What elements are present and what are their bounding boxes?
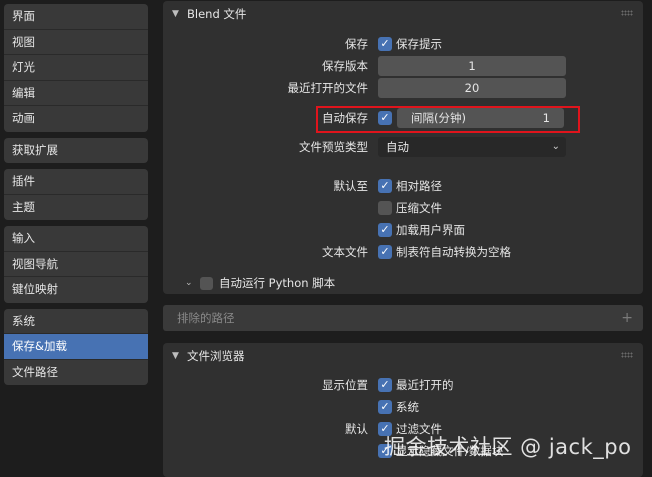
drag-grip-icon[interactable] [621,352,633,358]
blend-panel-header[interactable]: ▼ Blend 文件 [163,1,643,27]
excluded-paths-bar[interactable]: 排除的路径 + [163,305,643,331]
row-load-ui: ✓ 加载用户界面 [163,220,643,240]
row-save-versions: 保存版本 1 [163,56,643,76]
autorun-python-header[interactable]: ⌄ 自动运行 Python 脚本 [185,273,335,293]
blend-panel-title: Blend 文件 [187,7,247,21]
main-area: ▼ Blend 文件 保存 ✓ 保存提示 保存版本 1 最近打开的文件 20 自… [163,0,652,477]
row-save: 保存 ✓ 保存提示 [163,34,643,54]
tabs-to-spaces-checkbox[interactable]: ✓ [378,245,392,259]
relative-paths-label: 相对路径 [396,179,442,193]
sidebar-item-interface[interactable]: 界面 [4,4,148,30]
recent-files-label: 最近打开的文件 [287,81,369,95]
chevron-down-icon: ⌄ [551,141,560,152]
recent-files-field[interactable]: 20 [378,78,566,98]
tabs-to-spaces-label: 制表符自动转换为空格 [396,245,511,259]
row-preview-type: 文件预览类型 自动 ⌄ [163,137,643,157]
save-prompt-label: 保存提示 [396,37,442,51]
save-prompt-checkbox[interactable]: ✓ [378,37,392,51]
sidebar-item-editing[interactable]: 编辑 [4,80,148,106]
preview-type-label: 文件预览类型 [299,140,368,154]
sidebar-item-input[interactable]: 输入 [4,226,148,252]
system-label: 系统 [396,400,419,414]
sidebar-item-lights[interactable]: 灯光 [4,55,148,81]
watermark: 掘金技术社区 @ jack_po [384,435,632,459]
sidebar-group-5: 系统 保存&加载 文件路径 [4,308,148,385]
save-label: 保存 [345,37,368,51]
recent-checkbox[interactable]: ✓ [378,378,392,392]
row-compress: 压缩文件 [163,198,643,218]
sidebar: 界面 视图 灯光 编辑 动画 获取扩展 插件 主题 输入 视图导航 键位映射 系… [4,4,148,391]
row-default-to: 默认至 ✓ 相对路径 [163,176,643,196]
default-label: 默认 [345,422,368,436]
preview-type-dropdown[interactable]: 自动 ⌄ [378,137,566,157]
row-system: ✓ 系统 [163,397,643,417]
sidebar-group-3: 插件 主题 [4,169,148,220]
chevron-down-icon: ▼ [172,8,179,19]
system-checkbox[interactable]: ✓ [378,400,392,414]
text-files-label: 文本文件 [322,245,368,259]
preview-type-value: 自动 [386,140,409,154]
load-ui-label: 加载用户界面 [396,223,465,237]
sidebar-item-keymap[interactable]: 键位映射 [4,277,148,303]
add-icon[interactable]: + [621,305,633,331]
autorun-python-label: 自动运行 Python 脚本 [219,276,336,290]
sidebar-group-4: 输入 视图导航 键位映射 [4,226,148,303]
sidebar-item-system[interactable]: 系统 [4,308,148,334]
save-versions-field[interactable]: 1 [378,56,566,76]
sidebar-item-viewport[interactable]: 视图 [4,29,148,55]
file-browser-header[interactable]: ▼ 文件浏览器 [163,343,643,369]
row-display: 显示位置 ✓ 最近打开的 [163,375,643,395]
row-recent-files: 最近打开的文件 20 [163,78,643,98]
display-label: 显示位置 [322,378,368,392]
file-browser-title: 文件浏览器 [187,349,245,363]
chevron-down-icon: ▼ [172,350,179,361]
sidebar-item-save-load[interactable]: 保存&加载 [4,334,148,360]
relative-paths-checkbox[interactable]: ✓ [378,179,392,193]
sidebar-item-themes[interactable]: 主题 [4,194,148,220]
sidebar-item-file-paths[interactable]: 文件路径 [4,359,148,385]
sidebar-group-1: 界面 视图 灯光 编辑 动画 [4,4,148,132]
chevron-down-icon: ⌄ [185,277,193,288]
sidebar-item-get-extensions[interactable]: 获取扩展 [4,137,148,163]
compress-file-checkbox[interactable] [378,201,392,215]
excluded-paths-label: 排除的路径 [177,311,235,325]
blend-file-panel: ▼ Blend 文件 保存 ✓ 保存提示 保存版本 1 最近打开的文件 20 自… [163,1,643,294]
default-to-label: 默认至 [333,179,369,193]
autosave-highlight-box [316,106,580,133]
sidebar-group-2: 获取扩展 [4,137,148,163]
drag-grip-icon[interactable] [621,10,633,16]
sidebar-item-animation[interactable]: 动画 [4,106,148,132]
row-text-files: 文本文件 ✓ 制表符自动转换为空格 [163,242,643,262]
sidebar-item-addons[interactable]: 插件 [4,169,148,195]
autorun-python-checkbox[interactable] [200,276,213,290]
sidebar-item-navigation[interactable]: 视图导航 [4,251,148,277]
compress-file-label: 压缩文件 [396,201,442,215]
recent-label: 最近打开的 [396,378,454,392]
load-ui-checkbox[interactable]: ✓ [378,223,392,237]
save-versions-label: 保存版本 [322,59,368,73]
